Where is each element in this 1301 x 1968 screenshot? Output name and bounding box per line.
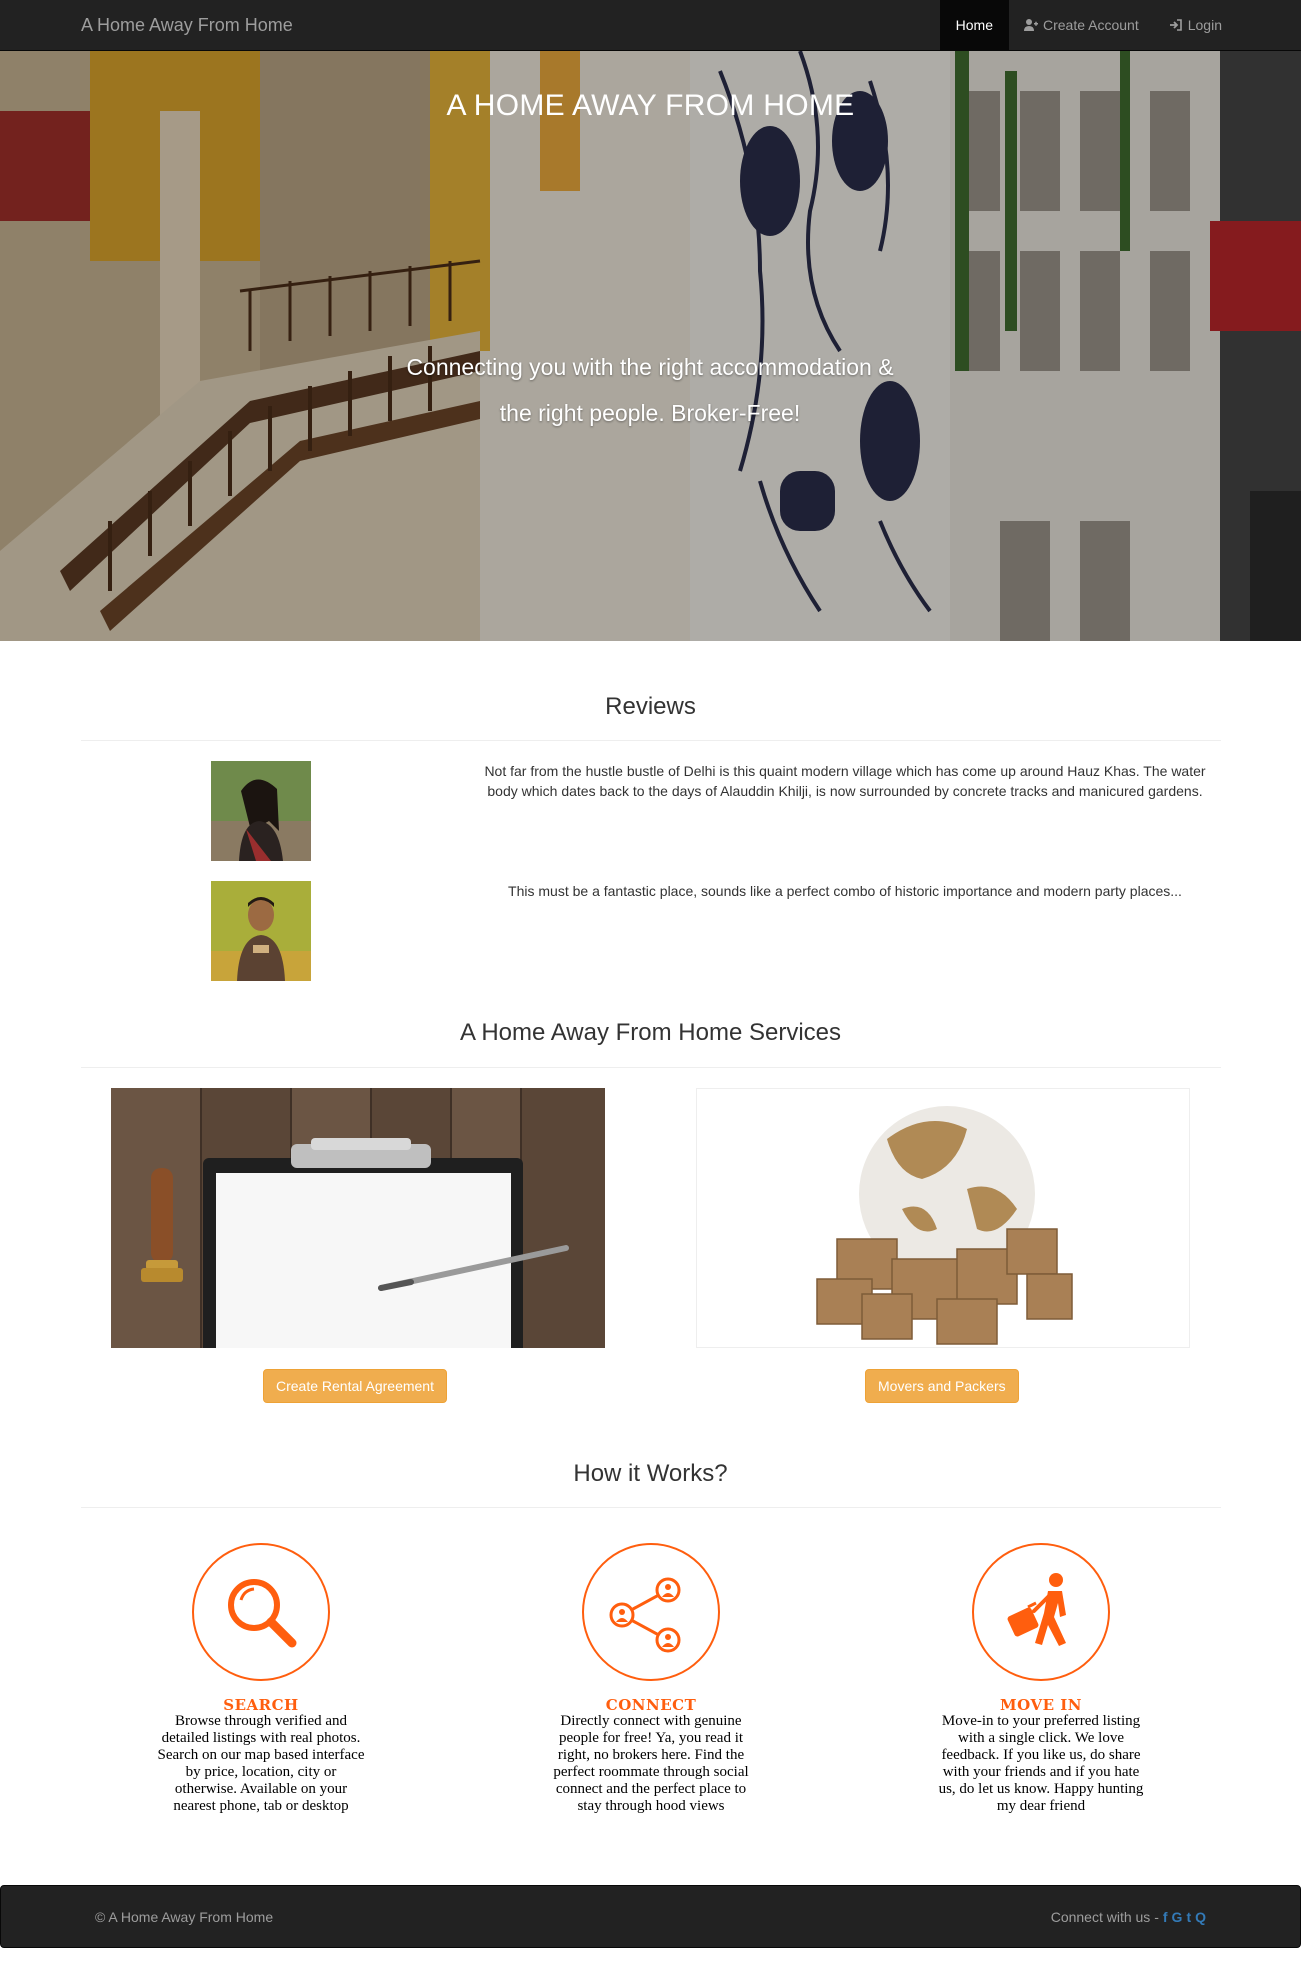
move-in-step-title: MOVE IN — [1000, 1696, 1082, 1714]
globe-boxes-illustration — [697, 1089, 1189, 1347]
reviewer-avatar-2 — [211, 881, 311, 981]
review-text-2: This must be a fantastic place, sounds l… — [508, 883, 1182, 899]
brand-link[interactable]: A Home Away From Home — [81, 0, 293, 50]
how-it-works-divider — [81, 1507, 1221, 1508]
hero-subtitle-line2: the right people. Broker-Free! — [499, 400, 801, 426]
connect-step-circle — [582, 1543, 720, 1681]
search-step-circle — [192, 1543, 330, 1681]
search-step-text: Browse through verified and detailed lis… — [157, 1713, 365, 1814]
services-divider — [81, 1067, 1221, 1068]
nav-create-account[interactable]: Create Account — [1009, 0, 1154, 50]
review-text-1: Not far from the hustle bustle of Delhi … — [484, 763, 1206, 799]
traveler-luggage-icon — [1007, 1573, 1066, 1646]
movers-and-packers-button[interactable]: Movers and Packers — [865, 1369, 1019, 1403]
move-in-step-text: Move-in to your preferred listing with a… — [938, 1713, 1144, 1814]
nav-login-label: Login — [1187, 17, 1222, 33]
hero-subtitle: Connecting you with the right accommodat… — [350, 344, 950, 436]
google-icon[interactable]: G — [1172, 1886, 1183, 1949]
search-icon — [228, 1579, 297, 1648]
clipboard-illustration — [111, 1088, 605, 1348]
user-plus-icon — [1024, 19, 1038, 31]
search-step-title: SEARCH — [223, 1696, 299, 1714]
reviews-title: Reviews — [605, 693, 696, 720]
movers-packers-image — [696, 1088, 1190, 1348]
move-in-step-circle — [972, 1543, 1110, 1681]
reviewer-photo-1 — [211, 761, 311, 861]
services-title: A Home Away From Home Services — [459, 1019, 841, 1046]
create-rental-agreement-button[interactable]: Create Rental Agreement — [263, 1369, 447, 1403]
connect-step-text: Directly connect with genuine people for… — [553, 1713, 749, 1814]
reviewer-avatar-1 — [211, 761, 311, 861]
hero-banner: A HOME AWAY FROM HOME Connecting you wit… — [0, 51, 1301, 641]
facebook-icon[interactable]: f — [1163, 1886, 1168, 1949]
reviewer-photo-2 — [211, 881, 311, 981]
footer-connect-label: Connect with us - — [1050, 1909, 1159, 1925]
top-navbar: A Home Away From Home Home Create Accoun… — [0, 0, 1301, 51]
nav-home-label: Home — [955, 17, 993, 33]
quora-icon[interactable]: Q — [1195, 1886, 1206, 1949]
nav-login[interactable]: Login — [1154, 0, 1237, 50]
hero-title: A HOME AWAY FROM HOME — [446, 89, 855, 122]
connect-step-title: CONNECT — [605, 1696, 697, 1714]
nav-create-account-label: Create Account — [1043, 17, 1139, 33]
nav-home[interactable]: Home — [939, 0, 1009, 50]
reviews-divider — [81, 740, 1221, 741]
footer: © A Home Away From Home Connect with us … — [0, 1885, 1301, 1948]
how-it-works-title: How it Works? — [573, 1460, 728, 1487]
share-people-icon — [609, 1577, 681, 1653]
rental-agreement-image — [111, 1088, 605, 1348]
footer-copyright: © A Home Away From Home — [95, 1909, 274, 1925]
nav-menu: Home Create Account Login — [939, 0, 1237, 50]
hero-subtitle-line1: Connecting you with the right accommodat… — [406, 354, 894, 380]
footer-connect: Connect with us - f G t Q — [1051, 1886, 1206, 1949]
sign-in-icon — [1169, 19, 1182, 31]
twitter-icon[interactable]: t — [1186, 1886, 1191, 1949]
